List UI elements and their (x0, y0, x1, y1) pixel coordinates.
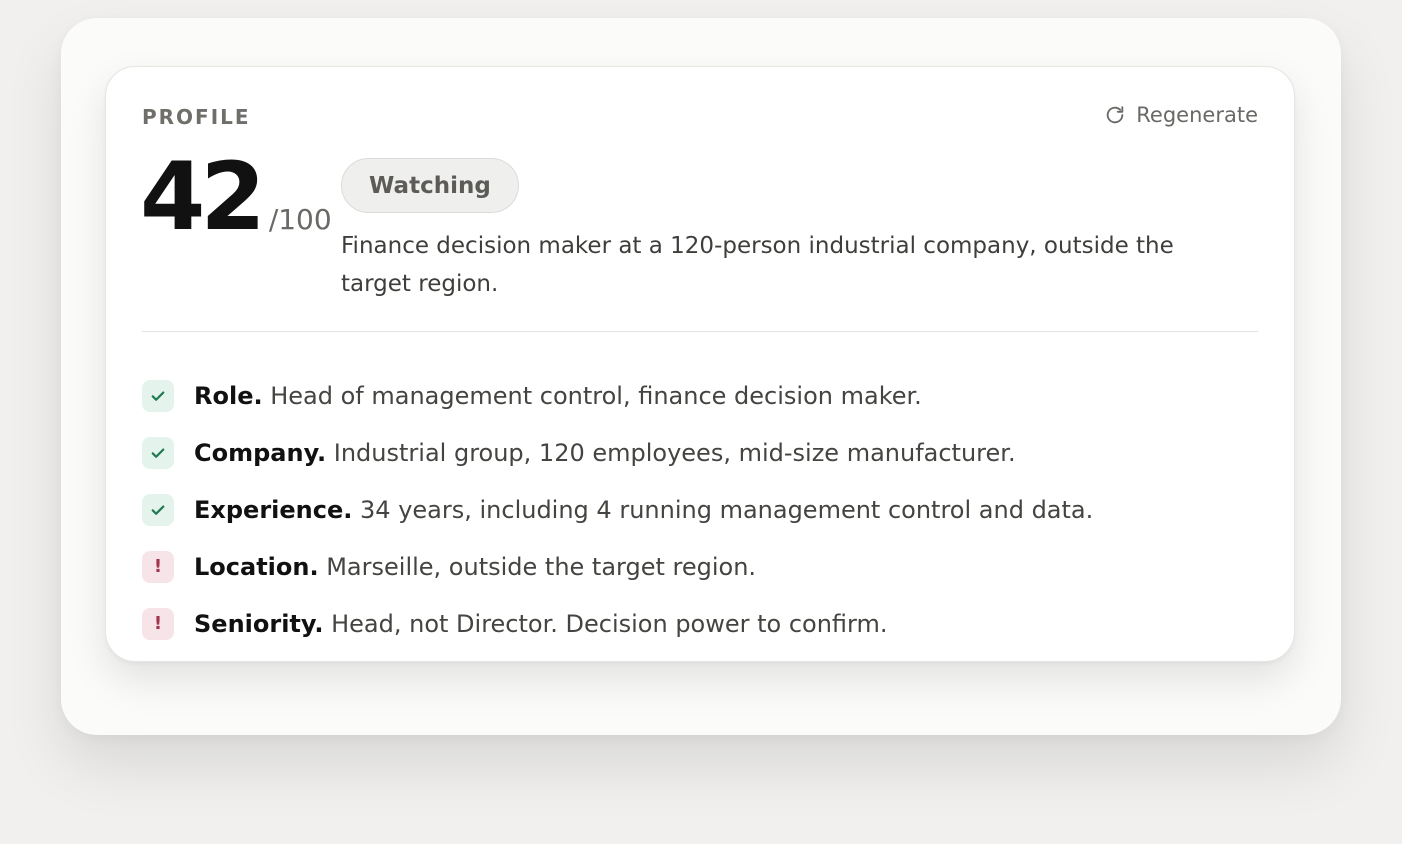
criterion-label: Seniority. (194, 609, 324, 638)
criterion-seniority: ! Seniority. Head, not Director. Decisio… (142, 595, 1260, 652)
refresh-icon (1104, 104, 1126, 126)
criterion-detail: 34 years, including 4 running management… (352, 495, 1094, 524)
exclamation-icon: ! (142, 607, 174, 640)
score-display: 42 /100 (140, 151, 332, 245)
criterion-text: Experience. 34 years, including 4 runnin… (194, 496, 1093, 524)
criterion-location: ! Location. Marseille, outside the targe… (142, 538, 1260, 595)
criterion-label: Location. (194, 552, 319, 581)
check-icon (142, 493, 174, 526)
status-badge: Watching (341, 158, 519, 213)
check-icon (142, 436, 174, 469)
criterion-experience: Experience. 34 years, including 4 runnin… (142, 481, 1260, 538)
criterion-label: Experience. (194, 495, 353, 524)
criterion-company: Company. Industrial group, 120 employees… (142, 424, 1260, 481)
profile-card: PROFILE Regenerate 42 /100 Watching Fina… (105, 66, 1295, 662)
profile-summary: Finance decision maker at a 120-person i… (341, 233, 1174, 297)
criterion-detail: Industrial group, 120 employees, mid-siz… (326, 438, 1016, 467)
criteria-list: Role. Head of management control, financ… (142, 367, 1260, 652)
score-max: /100 (268, 203, 332, 236)
criterion-role: Role. Head of management control, financ… (142, 367, 1260, 424)
criterion-detail: Marseille, outside the target region. (318, 552, 757, 581)
section-label: PROFILE (142, 105, 251, 129)
criterion-detail: Head, not Director. Decision power to co… (323, 609, 888, 638)
score-value: 42 (140, 143, 266, 252)
criterion-label: Company. (194, 438, 327, 467)
criterion-text: Role. Head of management control, financ… (194, 382, 922, 410)
regenerate-button[interactable]: Regenerate (1104, 103, 1258, 127)
criterion-text: Seniority. Head, not Director. Decision … (194, 610, 888, 638)
criterion-text: Company. Industrial group, 120 employees… (194, 439, 1016, 467)
criterion-label: Role. (194, 381, 263, 410)
criterion-detail: Head of management control, finance deci… (262, 381, 922, 410)
exclamation-icon: ! (142, 550, 174, 583)
check-icon (142, 379, 174, 412)
criterion-text: Location. Marseille, outside the target … (194, 553, 756, 581)
divider (142, 331, 1258, 332)
outer-panel: PROFILE Regenerate 42 /100 Watching Fina… (61, 18, 1341, 735)
regenerate-label: Regenerate (1136, 103, 1258, 127)
